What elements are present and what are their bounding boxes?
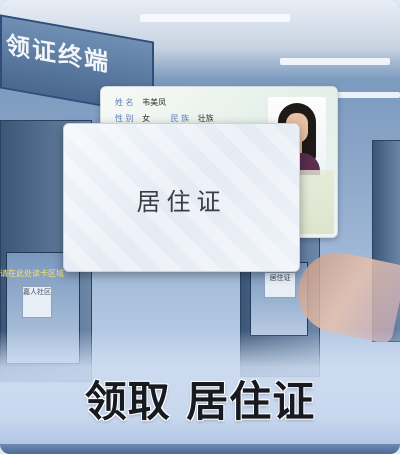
id-ethnicity-value: 壮族	[197, 114, 214, 123]
id-ethnicity-key: 民 族	[170, 114, 190, 123]
footer-bar	[0, 444, 400, 454]
ceiling-light	[280, 58, 390, 65]
kiosk-screen-button: 嘉人社区	[22, 286, 52, 318]
ceiling-light	[140, 14, 290, 22]
id-sex-value: 女	[142, 114, 151, 123]
id-name-value: 韦美凤	[142, 98, 167, 107]
banner: 领证终端 请在此处读卡区域 嘉人社区 居住证 姓 名 韦美凤 性 别 女 民 族…	[0, 0, 400, 454]
id-sex-key: 性 别	[115, 114, 134, 123]
residence-permit-card: 居住证	[63, 123, 300, 272]
id-name-row: 姓 名 韦美凤	[115, 97, 166, 108]
id-card-corner	[300, 170, 334, 234]
residence-permit-label: 居住证	[136, 188, 227, 216]
id-name-key: 姓 名	[115, 98, 134, 107]
ceiling-light	[330, 92, 400, 98]
kiosk-screen-button: 居住证	[264, 272, 296, 298]
caption-text: 领取 居住证	[84, 377, 316, 426]
